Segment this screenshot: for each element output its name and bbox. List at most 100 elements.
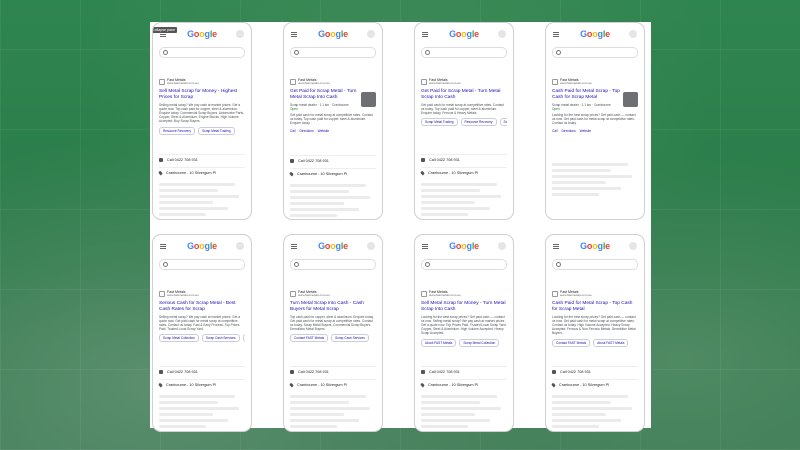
placeholder-line (552, 187, 621, 190)
sitelink-chip[interactable]: Scrap Cash Services (201, 334, 240, 343)
avatar[interactable] (629, 242, 637, 250)
action-directions-button[interactable]: Directions (300, 129, 314, 133)
call-row[interactable]: Call 0422 708 931 (159, 366, 245, 374)
placeholder-line (421, 201, 475, 204)
sitelink-chip[interactable]: Scrap Metal Collection (159, 334, 199, 343)
search-icon (294, 262, 299, 267)
top-bar: Google (153, 241, 251, 253)
location-extension: Cranbourne - 10 Silvergum Pl (166, 171, 217, 175)
location-row[interactable]: Cranbourne - 10 Silvergum Pl (420, 379, 507, 388)
sitelink-chip[interactable]: Contact FAST Metals (552, 338, 591, 347)
ad-headline[interactable]: Sell Metal Scrap for Money - Turn Metal … (421, 301, 507, 313)
search-ad: Fast Metals www.fastmetals.com.au Cash P… (552, 78, 638, 133)
ad-site[interactable]: Fast Metals www.fastmetals.com.au (421, 78, 507, 86)
location-row[interactable]: Cranbourne - 10 Silvergum Pl (158, 167, 245, 176)
ad-headline[interactable]: Get Paid for Scrap Metal - Turn Metal Sc… (290, 89, 359, 101)
location-pin-icon (158, 170, 163, 176)
ad-description: Get paid cash for metal scrap at competi… (290, 112, 373, 126)
search-input[interactable] (421, 259, 507, 270)
ad-headline[interactable]: Serious Cash for Scrap Metal - Best Cash… (159, 301, 245, 313)
placeholder-line (290, 407, 371, 410)
phone-mockup: Collapse pane Google Fast Metals www.fas… (152, 22, 252, 220)
mockup-board: Collapse pane Google Fast Metals www.fas… (150, 22, 651, 432)
search-input[interactable] (159, 47, 245, 58)
search-input[interactable] (552, 259, 638, 270)
action-call-button[interactable]: Call (552, 129, 558, 133)
sitelink-chip[interactable]: Contact FAST Metals (290, 334, 329, 343)
location-row[interactable]: Cranbourne - 10 Silvergum Pl (551, 379, 638, 388)
ad-site[interactable]: Fast Metals www.fastmetals.com.au (290, 290, 376, 298)
ad-site[interactable]: Fast Metals www.fastmetals.com.au (421, 290, 507, 298)
ad-site[interactable]: Fast Metals www.fastmetals.com.au (552, 290, 638, 298)
placeholder-line (159, 413, 213, 416)
action-website-button[interactable]: Website (318, 129, 329, 133)
location-row[interactable]: Cranbourne - 10 Silvergum Pl (420, 167, 507, 176)
location-pin-icon (289, 171, 294, 177)
call-row[interactable]: Call 0422 708 931 (290, 155, 376, 163)
placeholder-line (159, 201, 213, 204)
call-row[interactable]: Call 0422 708 931 (290, 366, 376, 374)
ad-headline[interactable]: Cash Paid for Metal Scrap - Top Cash for… (552, 301, 638, 313)
site-url: www.fastmetals.com.au (167, 293, 199, 297)
action-row: Call Directions Website (552, 129, 638, 133)
favicon-icon (290, 78, 296, 85)
ad-description: Get paid cash for metal scrap at competi… (421, 102, 504, 115)
action-directions-button[interactable]: Directions (562, 129, 576, 133)
placeholder-line (552, 419, 621, 422)
call-row[interactable]: Call 0422 708 931 (159, 154, 245, 162)
top-bar: Google (415, 29, 513, 41)
search-input[interactable] (290, 259, 376, 270)
sitelink-chip[interactable]: F (242, 334, 245, 343)
call-row[interactable]: Call 0422 708 931 (421, 366, 507, 374)
location-row[interactable]: Cranbourne - 10 Silvergum Pl (289, 379, 376, 388)
sitelinks: Resource Recovery Scrap Metal Trading (159, 126, 245, 135)
search-input[interactable] (290, 47, 376, 58)
search-input[interactable] (159, 259, 245, 270)
location-row[interactable]: Cranbourne - 10 Silvergum Pl (158, 379, 245, 388)
avatar[interactable] (236, 242, 244, 250)
location-row[interactable]: Cranbourne - 10 Silvergum Pl (289, 168, 376, 177)
ad-description: Looking for the best scrap prices? Get p… (421, 314, 507, 336)
placeholder-line (290, 401, 349, 404)
ad-site[interactable]: Fast Metals www.fastmetals.com.au (290, 78, 376, 86)
sitelink-chip[interactable]: Scrap Metal Trading (198, 126, 235, 135)
placeholder-line (552, 163, 629, 166)
ad-site[interactable]: Fast Metals www.fastmetals.com.au (159, 290, 245, 298)
call-row[interactable]: Call 0422 708 931 (552, 366, 638, 374)
avatar[interactable] (498, 242, 506, 250)
avatar[interactable] (498, 30, 506, 38)
favicon-icon (421, 290, 427, 297)
search-input[interactable] (552, 47, 638, 58)
sitelink-chip[interactable]: Scrap Metal Collection (459, 338, 500, 347)
ad-headline[interactable]: Get Paid for Scrap Metal - Turn Metal Sc… (421, 89, 507, 101)
avatar[interactable] (367, 242, 375, 250)
placeholder-line (290, 208, 359, 211)
call-row[interactable]: Call 0422 708 931 (421, 154, 507, 162)
avatar[interactable] (367, 30, 375, 38)
sitelinks: About FAST Metals Scrap Metal Collection (421, 338, 507, 347)
avatar[interactable] (236, 30, 244, 38)
sitelink-chip[interactable]: Resource Recovery (460, 118, 497, 127)
sitelink-chip[interactable]: About FAST Metals (593, 338, 629, 347)
ad-headline[interactable]: Sell Metal Scrap for Money - Highest Pri… (159, 89, 245, 101)
ad-site[interactable]: Fast Metals www.fastmetals.com.au (552, 78, 638, 86)
search-icon (556, 50, 561, 55)
action-call-button[interactable]: Call (290, 129, 296, 133)
phone-icon (552, 370, 556, 374)
business-photo[interactable] (623, 91, 638, 107)
search-input[interactable] (421, 47, 507, 58)
action-website-button[interactable]: Website (580, 129, 591, 133)
ad-headline[interactable]: Cash Paid for Metal Scrap - Top Cash for… (552, 89, 621, 101)
phone-mockup: Google Fast Metals www.fastmetals.com.au… (152, 234, 252, 432)
sitelink-chip[interactable]: About FAST Metals (421, 338, 457, 347)
business-photo[interactable] (361, 91, 376, 107)
sitelink-chip[interactable]: Sco (499, 118, 507, 127)
ad-headline[interactable]: Turn Metal Scrap Into Cash - Cash Buyers… (290, 301, 376, 313)
sitelink-chip[interactable]: Scrap Cash Services (331, 334, 369, 343)
site-url: www.fastmetals.com.au (298, 293, 330, 297)
avatar[interactable] (629, 30, 637, 38)
sitelink-chip[interactable]: Scrap Metal Trading (421, 118, 458, 127)
ad-site[interactable]: Fast Metals www.fastmetals.com.au (159, 78, 245, 86)
location-pin-icon (289, 382, 294, 388)
sitelink-chip[interactable]: Resource Recovery (159, 126, 195, 135)
